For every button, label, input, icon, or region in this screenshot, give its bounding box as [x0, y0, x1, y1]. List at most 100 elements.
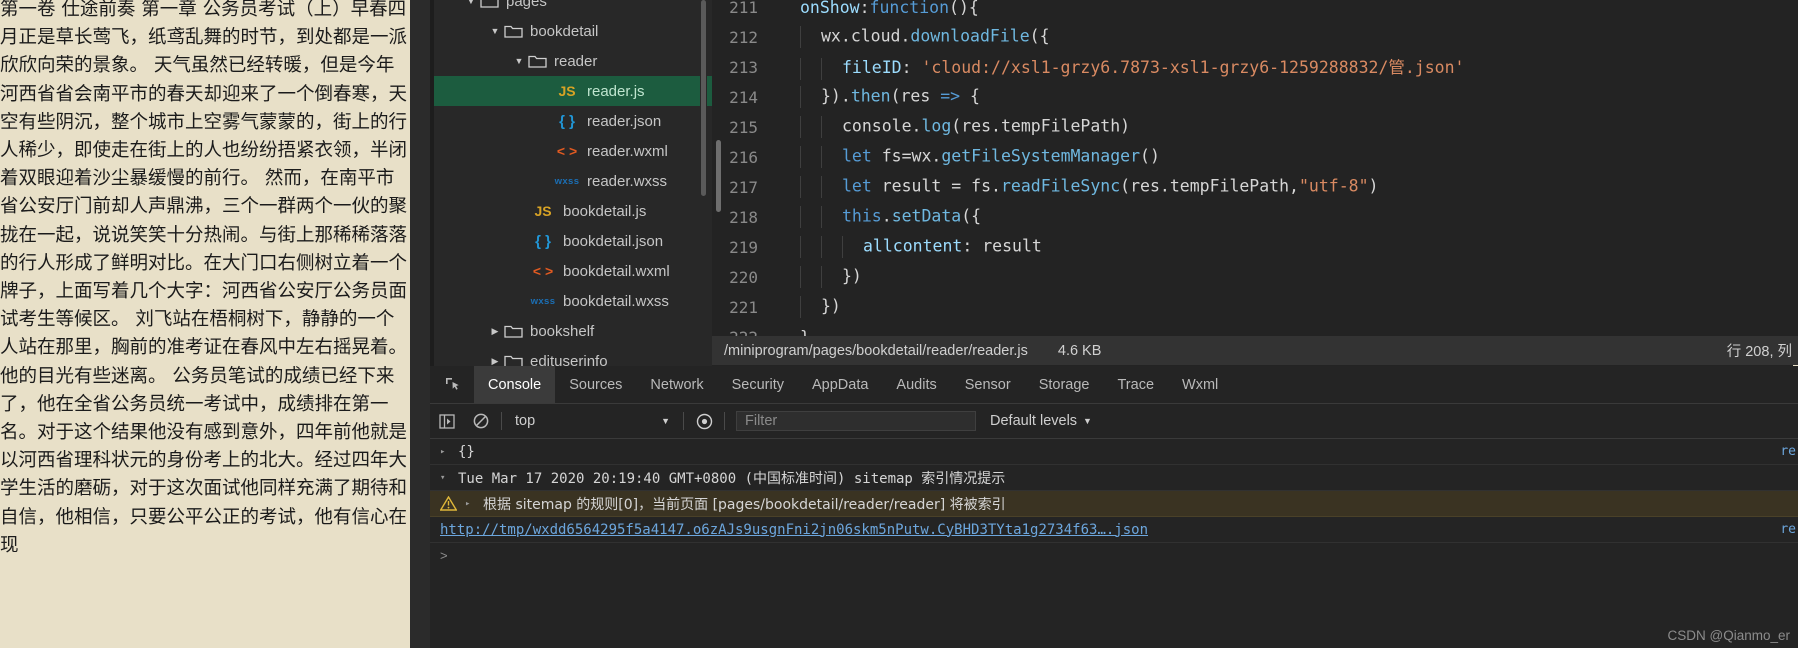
- log-message: 根据 sitemap 的规则[0]，当前页面 [pages/bookdetail…: [483, 496, 1006, 513]
- explorer-scrollbar[interactable]: [700, 0, 707, 366]
- console-log-warn[interactable]: ▸ 根据 sitemap 的规则[0]，当前页面 [pages/bookdetai…: [430, 491, 1798, 517]
- code-line[interactable]: 217 let result = fs.readFileSync(res.temp…: [712, 172, 1798, 202]
- devtools-tab-trace[interactable]: Trace: [1103, 366, 1168, 403]
- console-settings-eye-icon[interactable]: [687, 413, 721, 430]
- devtools-panel: Console Sources Network Security AppData Audi…: [430, 366, 1798, 648]
- devtools-tab-sources[interactable]: Sources: [555, 366, 636, 403]
- log-message: Tue Mar 17 2020 20:19:40 GMT+0800 (中国标准时…: [458, 470, 1006, 487]
- chevron-down-icon[interactable]: ▼: [510, 56, 528, 66]
- js-file-icon: JS: [534, 203, 552, 219]
- code-text: console.log(res.tempFilePath): [788, 116, 1130, 138]
- code-line[interactable]: 215 console.log(res.tempFilePath): [712, 112, 1798, 142]
- tree-item-label: reader: [554, 52, 598, 70]
- console-prompt[interactable]: >: [430, 543, 1798, 567]
- log-source-link[interactable]: re: [1780, 444, 1798, 459]
- clear-console-icon[interactable]: [464, 413, 498, 429]
- panel-divider[interactable]: [410, 0, 430, 648]
- tree-file-reader.js[interactable]: JS reader.js: [430, 76, 712, 106]
- file-explorer[interactable]: ▼ pages ▼ bookdetail ▼ reader JS reader.js { } re…: [430, 0, 712, 366]
- chevron-right-icon[interactable]: ▶: [486, 356, 504, 366]
- editor-status-bar: /miniprogram/pages/bookdetail/reader/rea…: [712, 336, 1798, 365]
- status-file-path: /miniprogram/pages/bookdetail/reader/rea…: [724, 342, 1028, 359]
- code-text: this.setData({: [788, 206, 981, 228]
- tree-file-bookdetail.json[interactable]: { } bookdetail.json: [430, 226, 712, 256]
- console-levels-value: Default levels: [990, 413, 1078, 429]
- expand-right-icon[interactable]: ▸: [465, 499, 483, 509]
- log-source-link[interactable]: re: [1780, 522, 1798, 537]
- code-line[interactable]: 213 fileID: 'cloud://xsl1-grzy6.7873-xsl1…: [712, 52, 1798, 82]
- tree-folder-edituserinfo[interactable]: ▶ edituserinfo: [430, 346, 712, 366]
- json-file-icon: { }: [559, 112, 575, 130]
- code-text: }): [788, 296, 841, 318]
- folder-icon: [528, 54, 547, 69]
- code-line[interactable]: 219 allcontent: result: [712, 232, 1798, 262]
- console-filter-placeholder: Filter: [745, 413, 778, 429]
- code-text: wx.cloud.downloadFile({: [788, 26, 1050, 48]
- code-text: }: [788, 328, 810, 337]
- devtools-tab-wxml[interactable]: Wxml: [1168, 366, 1232, 403]
- tree-file-reader.wxml[interactable]: < > reader.wxml: [430, 136, 712, 166]
- devtools-tab-sensor[interactable]: Sensor: [951, 366, 1025, 403]
- console-sidebar-toggle-icon[interactable]: [430, 413, 464, 429]
- console-log-link[interactable]: http://tmp/wxdd6564295f5a4147.o6zAJs9usg…: [430, 517, 1798, 543]
- log-message: {}: [458, 443, 475, 460]
- tree-folder-pages[interactable]: ▼ pages: [430, 0, 712, 16]
- inspect-element-icon[interactable]: [430, 366, 474, 403]
- console-log-object[interactable]: ▸{} re: [430, 439, 1798, 465]
- tab-label: Sensor: [964, 376, 1011, 393]
- code-line[interactable]: 220}): [712, 262, 1798, 292]
- code-line[interactable]: 218 this.setData({: [712, 202, 1798, 232]
- warning-icon: [439, 495, 458, 511]
- devtools-tab-security[interactable]: Security: [718, 366, 798, 403]
- tree-file-bookdetail.wxss[interactable]: wxss bookdetail.wxss: [430, 286, 712, 316]
- devtools-tab-audits[interactable]: Audits: [882, 366, 950, 403]
- tree-file-bookdetail.wxml[interactable]: < > bookdetail.wxml: [430, 256, 712, 286]
- chevron-down-icon-2: ▼: [1083, 416, 1092, 426]
- code-line[interactable]: 216 let fs=wx.getFileSystemManager(): [712, 142, 1798, 172]
- tree-folder-reader[interactable]: ▼ reader: [430, 46, 712, 76]
- code-line[interactable]: 211 onShow:function(){: [712, 0, 1798, 22]
- devtools-tab-console[interactable]: Console: [474, 366, 556, 403]
- tree-item-label: pages: [506, 0, 547, 10]
- tree-folder-bookdetail[interactable]: ▼ bookdetail: [430, 16, 712, 46]
- code-text: }): [788, 266, 862, 288]
- chevron-right-icon[interactable]: ▶: [486, 326, 504, 336]
- expand-down-icon[interactable]: ▾: [440, 473, 458, 483]
- code-line[interactable]: 221}): [712, 292, 1798, 322]
- simulator-preview[interactable]: 第一卷 仕途前奏 第一章 公务员考试（上）早春四月正是草长莺飞，纸鸢乱舞的时节，…: [0, 0, 410, 648]
- tree-item-label: bookdetail.wxml: [563, 262, 670, 280]
- tree-file-reader.json[interactable]: { } reader.json: [430, 106, 712, 136]
- console-context-select[interactable]: top ▼: [505, 413, 680, 429]
- code-line[interactable]: 214}).then(res => {: [712, 82, 1798, 112]
- folder-icon: [480, 0, 499, 9]
- tree-item-label: bookdetail.wxss: [563, 292, 669, 310]
- tree-folder-bookshelf[interactable]: ▶ bookshelf: [430, 316, 712, 346]
- code-editor[interactable]: 211 onShow:function(){212 wx.cloud.downloa…: [712, 0, 1798, 336]
- code-line[interactable]: 222}: [712, 322, 1798, 337]
- tab-label: Console: [488, 376, 542, 393]
- devtools-tab-storage[interactable]: Storage: [1025, 366, 1104, 403]
- code-line[interactable]: 212 wx.cloud.downloadFile({: [712, 22, 1798, 52]
- toolbar-divider: [501, 412, 502, 430]
- tree-file-reader.wxss[interactable]: wxss reader.wxss: [430, 166, 712, 196]
- console-log-group[interactable]: ▾ Tue Mar 17 2020 20:19:40 GMT+0800 (中国标准…: [430, 465, 1798, 491]
- devtools-tab-network[interactable]: Network: [636, 366, 717, 403]
- chevron-down-icon[interactable]: ▼: [462, 0, 480, 6]
- console-filter-input[interactable]: Filter: [736, 411, 976, 431]
- tree-item-label: bookdetail.json: [563, 232, 664, 250]
- status-cursor-position: 行 208, 列: [1726, 344, 1792, 360]
- chevron-down-icon[interactable]: ▼: [486, 26, 504, 36]
- tree-item-label: edituserinfo: [530, 352, 608, 367]
- console-context-value: top: [515, 413, 536, 429]
- explorer-left-edge: [430, 0, 434, 366]
- folder-icon: [504, 24, 523, 39]
- json-file-icon: { }: [535, 232, 551, 250]
- tree-file-bookdetail.js[interactable]: JS bookdetail.js: [430, 196, 712, 226]
- tab-label: Sources: [569, 376, 623, 393]
- expand-right-icon[interactable]: ▸: [440, 447, 458, 457]
- editor-scrollbar[interactable]: [714, 0, 723, 336]
- tree-item-label: bookdetail.js: [563, 202, 647, 220]
- devtools-tab-appdata[interactable]: AppData: [798, 366, 882, 403]
- console-levels-select[interactable]: Default levels ▼: [990, 413, 1092, 429]
- console-message-list: ▸{} re ▾ Tue Mar 17 2020 20:19:40 GMT+0800 …: [430, 439, 1798, 543]
